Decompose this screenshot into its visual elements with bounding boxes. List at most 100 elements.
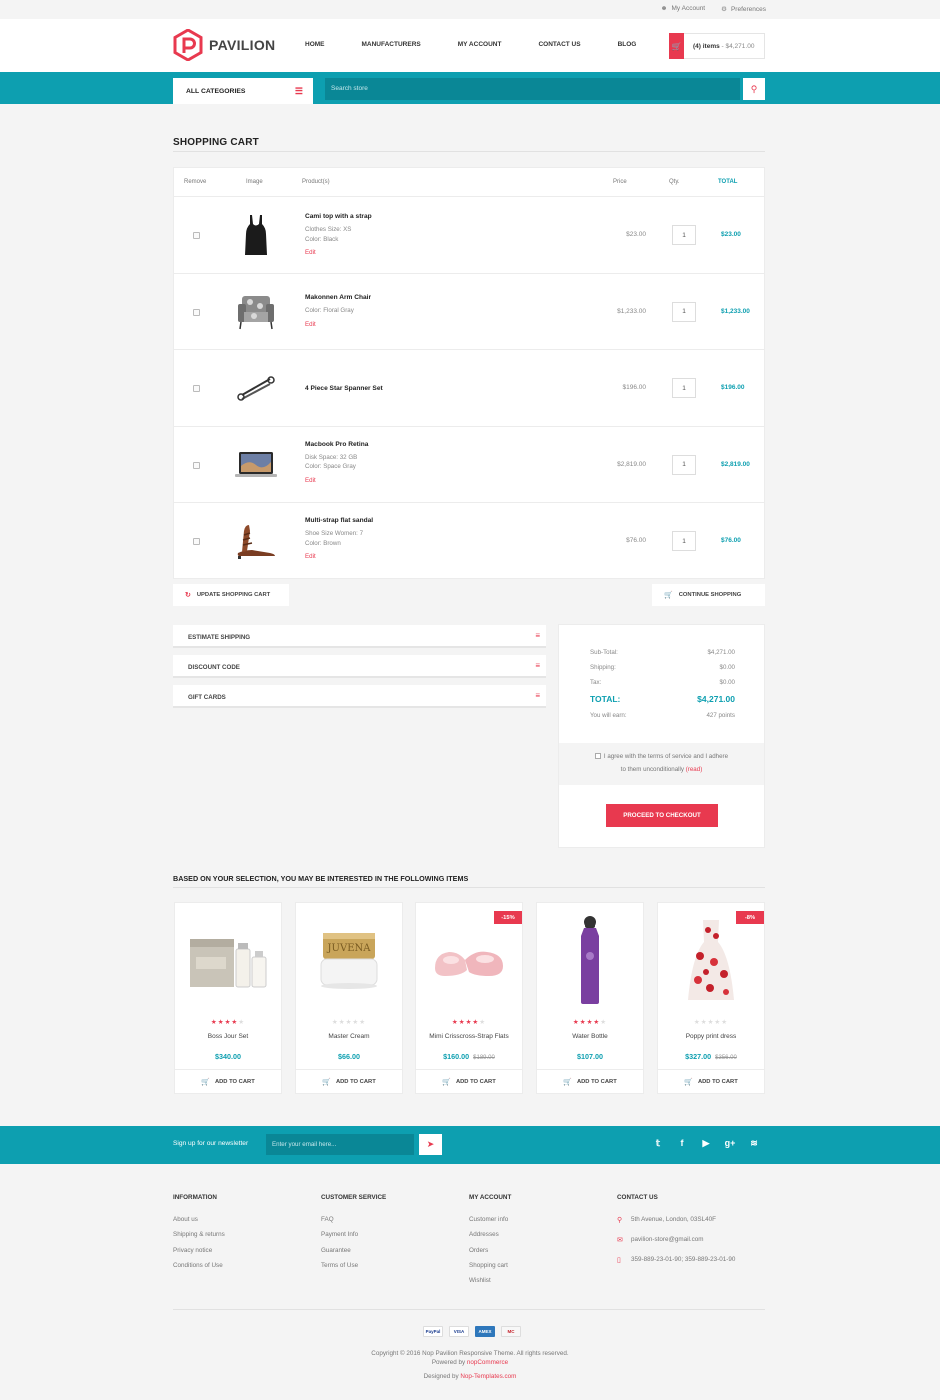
product-name[interactable]: 4 Piece Star Spanner Set: [305, 385, 383, 392]
svg-text:JUVENA: JUVENA: [327, 943, 372, 954]
product-image[interactable]: [232, 517, 280, 565]
continue-shopping-button[interactable]: 🛒 CONTINUE SHOPPING: [652, 584, 765, 606]
subtotal-row: Sub-Total: $4,271.00: [590, 649, 735, 656]
search-button[interactable]: ⚲: [743, 78, 765, 100]
remove-checkbox[interactable]: [193, 538, 200, 545]
cart-row: 4 Piece Star Spanner Set $196.00 1 $196.…: [174, 350, 764, 427]
product-image[interactable]: [658, 911, 764, 1011]
footer-link[interactable]: Shipping & returns: [173, 1231, 225, 1246]
add-to-cart-button[interactable]: 🛒 ADD TO CART: [175, 1069, 281, 1093]
nop-templates-link[interactable]: Nop-Templates.com: [460, 1373, 516, 1380]
amex-icon: AMEX: [475, 1326, 495, 1337]
facebook-icon[interactable]: f: [676, 1138, 688, 1149]
terms-read-link[interactable]: (read): [686, 766, 703, 773]
quantity-input[interactable]: 1: [672, 454, 696, 475]
quantity-input[interactable]: 1: [672, 225, 696, 245]
gift-cards-toggle[interactable]: GIFT CARDS ≡: [173, 685, 546, 708]
logo-icon: [173, 29, 203, 61]
product-name[interactable]: Makonnen Arm Chair: [305, 294, 371, 301]
visa-icon: VISA: [449, 1326, 469, 1337]
product-image[interactable]: [175, 911, 281, 1011]
remove-checkbox[interactable]: [193, 308, 200, 316]
product-attribute: Color: Floral Gray: [305, 306, 354, 314]
footer-link[interactable]: Privacy notice: [173, 1247, 225, 1262]
terms-checkbox[interactable]: [594, 753, 601, 759]
product-image[interactable]: [232, 288, 280, 336]
my-account-link[interactable]: ☻ My Account: [661, 5, 705, 13]
nav-my-account[interactable]: MY ACCOUNT: [458, 41, 502, 48]
google-plus-icon[interactable]: g+: [724, 1138, 736, 1149]
footer-link[interactable]: Payment Info: [321, 1231, 386, 1246]
contact-email[interactable]: ✉ pavilion-store@gmail.com: [617, 1236, 735, 1256]
remove-checkbox[interactable]: [193, 461, 200, 469]
product-image[interactable]: [416, 911, 522, 1011]
edit-link[interactable]: Edit: [305, 249, 316, 256]
product-name[interactable]: Boss Jour Set: [175, 1033, 281, 1040]
footer-link[interactable]: Orders: [469, 1247, 511, 1262]
mini-cart[interactable]: 🛒 (4) items - $4,271.00: [669, 33, 765, 59]
footer-link[interactable]: Wishlist: [469, 1277, 511, 1292]
product-name[interactable]: Mimi Crisscross-Strap Flats: [416, 1033, 522, 1040]
nopcommerce-link[interactable]: nopCommerce: [467, 1359, 508, 1366]
footer-link[interactable]: Shopping cart: [469, 1262, 511, 1277]
footer-link[interactable]: Conditions of Use: [173, 1262, 225, 1277]
edit-link[interactable]: Edit: [305, 321, 316, 328]
footer-link[interactable]: Guarantee: [321, 1247, 386, 1262]
quantity-input[interactable]: 1: [672, 301, 696, 322]
footer-link[interactable]: Addresses: [469, 1231, 511, 1246]
update-cart-button[interactable]: ↻ UPDATE SHOPPING CART: [173, 584, 289, 606]
social-links: 𝕥 f ▶ g+ ≋: [652, 1138, 760, 1149]
product-image[interactable]: [232, 441, 280, 489]
product-name[interactable]: Poppy print dress: [658, 1033, 764, 1040]
categories-dropdown[interactable]: ALL CATEGORIES ☰: [173, 78, 313, 104]
product-name[interactable]: Cami top with a strap: [305, 213, 372, 220]
quantity-input[interactable]: 1: [672, 531, 696, 551]
estimate-shipping-toggle[interactable]: ESTIMATE SHIPPING ≡: [173, 625, 546, 648]
nav-blog[interactable]: BLOG: [618, 41, 637, 48]
product-name[interactable]: Multi-strap flat sandal: [305, 517, 373, 524]
search-input[interactable]: Search store: [325, 78, 740, 100]
footer-link[interactable]: About us: [173, 1216, 225, 1231]
nav-manufacturers[interactable]: MANUFACTURERS: [362, 41, 421, 48]
cart-row: Makonnen Arm Chair Color: Floral Gray Ed…: [174, 274, 764, 350]
remove-checkbox[interactable]: [193, 385, 200, 392]
header: PAVILION HOME MANUFACTURERS MY ACCOUNT C…: [0, 19, 940, 72]
newsletter-band: Sign up for our newsletter Enter your em…: [0, 1126, 940, 1164]
preferences-link[interactable]: ⚙ Preferences: [721, 5, 766, 13]
product-price: $340.00: [215, 1052, 241, 1061]
add-to-cart-button[interactable]: 🛒 ADD TO CART: [416, 1069, 522, 1093]
checkout-button[interactable]: PROCEED TO CHECKOUT: [606, 804, 718, 827]
product-image[interactable]: [232, 211, 280, 259]
payment-methods: PayPal VISA AMEX MC: [423, 1326, 521, 1337]
order-totals: Sub-Total: $4,271.00 Shipping: $0.00 Tax: $…: [558, 624, 765, 848]
product-name[interactable]: Macbook Pro Retina: [305, 441, 368, 448]
edit-link[interactable]: Edit: [305, 477, 316, 484]
logo[interactable]: PAVILION: [173, 29, 275, 61]
footer-link[interactable]: Terms of Use: [321, 1262, 386, 1277]
product-name[interactable]: Water Bottle: [537, 1033, 643, 1040]
product-price: $107.00: [577, 1052, 603, 1061]
add-to-cart-button[interactable]: 🛒 ADD TO CART: [537, 1069, 643, 1093]
add-to-cart-button[interactable]: 🛒 ADD TO CART: [658, 1069, 764, 1093]
newsletter-email-input[interactable]: Enter your email here...: [266, 1134, 414, 1155]
nav-contact-us[interactable]: CONTACT US: [538, 41, 580, 48]
discount-code-toggle[interactable]: DISCOUNT CODE ≡: [173, 655, 546, 678]
remove-checkbox[interactable]: [193, 232, 200, 239]
add-to-cart-button[interactable]: 🛒 ADD TO CART: [296, 1069, 402, 1093]
quantity-input[interactable]: 1: [672, 378, 696, 398]
footer-link[interactable]: Customer info: [469, 1216, 511, 1231]
product-image[interactable]: [537, 911, 643, 1011]
product-image[interactable]: JUVENA: [296, 911, 402, 1011]
rss-icon[interactable]: ≋: [748, 1138, 760, 1149]
product-name[interactable]: Master Cream: [296, 1033, 402, 1040]
nav-home[interactable]: HOME: [305, 41, 325, 48]
edit-link[interactable]: Edit: [305, 553, 316, 560]
footer-link[interactable]: FAQ: [321, 1216, 386, 1231]
youtube-icon[interactable]: ▶: [700, 1138, 712, 1149]
basket-icon: 🛒: [322, 1078, 331, 1086]
twitter-icon[interactable]: 𝕥: [652, 1138, 664, 1149]
newsletter-subscribe-button[interactable]: ➤: [419, 1134, 442, 1155]
product-image[interactable]: [232, 364, 280, 412]
logo-text: PAVILION: [209, 37, 276, 53]
menu-icon: ≡: [535, 691, 540, 700]
